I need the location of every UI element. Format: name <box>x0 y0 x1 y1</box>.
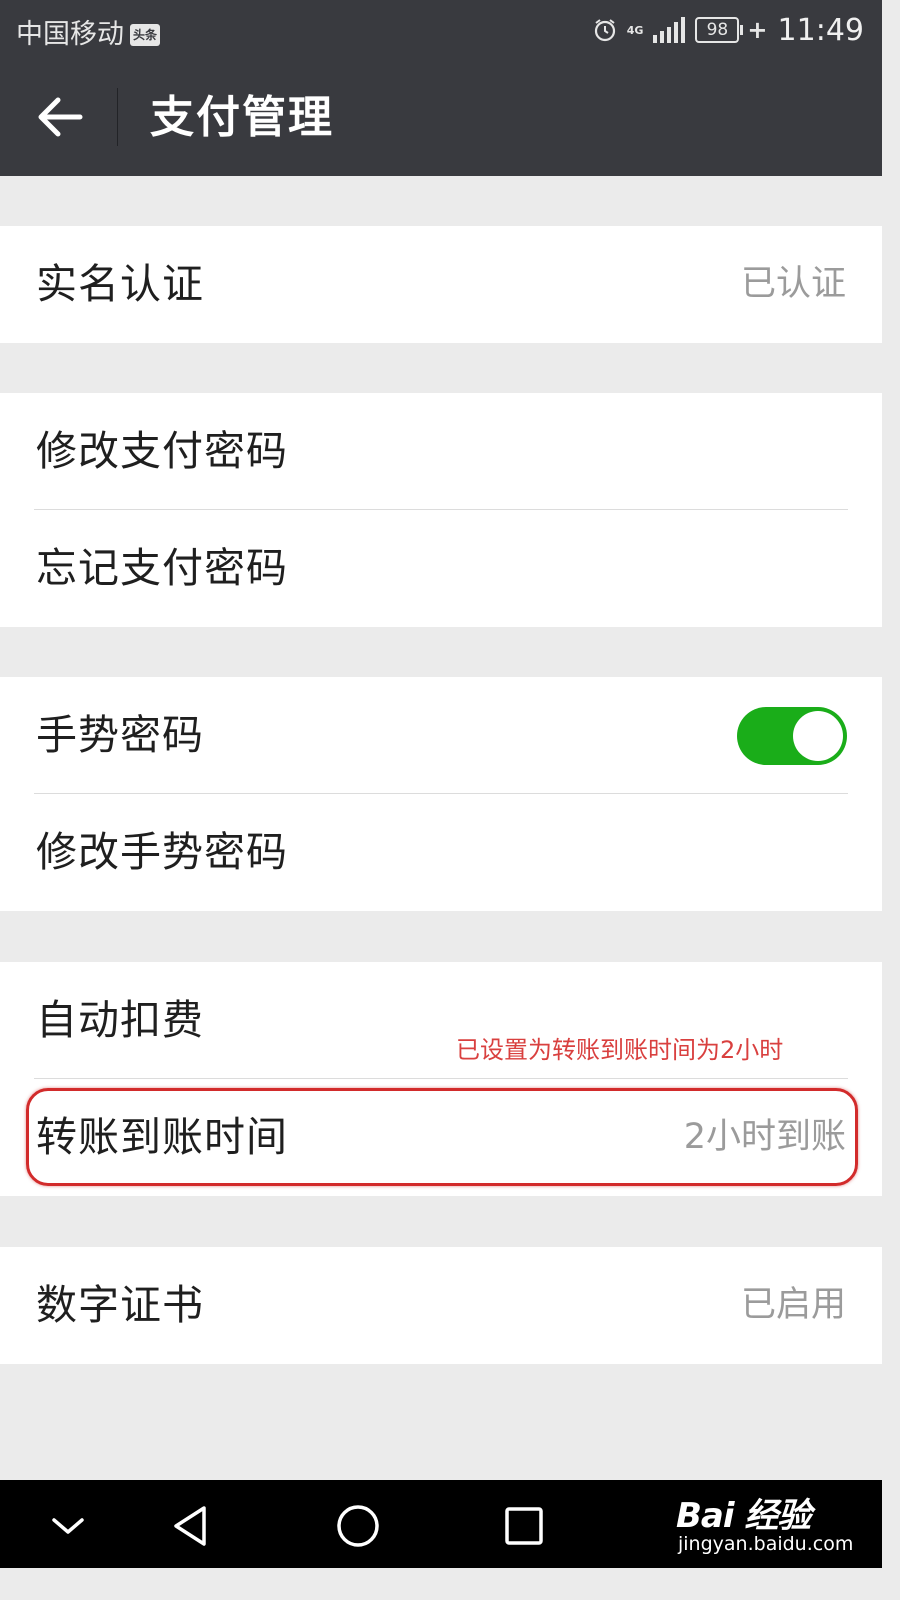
toggle-knob <box>793 711 843 761</box>
status-time: 11:49 <box>777 12 864 48</box>
carrier-name: 中国移动 头条 <box>16 12 160 51</box>
list-item-gesture-password[interactable]: 手势密码 <box>0 677 882 794</box>
signal-icon <box>653 17 686 43</box>
watermark-url: jingyan.baidu.com <box>678 1533 854 1555</box>
page-title: 支付管理 <box>150 92 334 143</box>
list-item-label: 自动扣费 <box>36 996 204 1044</box>
app-bar-divider <box>117 88 118 146</box>
settings-group-gesture: 手势密码 修改手势密码 <box>0 677 882 911</box>
baidu-jingyan-watermark: Bai 经验 jingyan.baidu.com <box>676 1488 853 1555</box>
watermark-logo: Bai 经验 <box>676 1496 811 1536</box>
list-item-value: 已认证 <box>740 264 846 304</box>
status-bar: 中国移动 头条 4G 98 + 11:49 <box>0 0 882 58</box>
settings-group-pay-password: 修改支付密码 忘记支付密码 <box>0 393 882 627</box>
list-item-digital-certificate[interactable]: 数字证书 已启用 <box>0 1247 882 1364</box>
list-item-value: 已启用 <box>740 1285 846 1325</box>
list-item-label: 修改支付密码 <box>36 427 288 475</box>
arrow-left-icon[interactable] <box>36 94 84 140</box>
highlight-box <box>26 1088 858 1186</box>
list-item-label: 忘记支付密码 <box>36 544 288 592</box>
list-item-label: 数字证书 <box>36 1281 204 1329</box>
list-item-label: 实名认证 <box>36 260 204 308</box>
alarm-icon <box>594 19 615 42</box>
battery-level: 98 <box>695 17 740 43</box>
list-item-change-pay-password[interactable]: 修改支付密码 <box>0 393 882 510</box>
carrier-label: 中国移动 <box>16 19 124 50</box>
gesture-password-toggle[interactable] <box>737 707 847 765</box>
network-type: 4G <box>626 23 644 37</box>
list-item-forgot-pay-password[interactable]: 忘记支付密码 <box>0 510 882 627</box>
recent-square-icon[interactable] <box>496 1498 552 1554</box>
home-circle-icon[interactable] <box>330 1498 386 1554</box>
list-item-label: 手势密码 <box>36 711 204 759</box>
annotation-text: 已设置为转账到账时间为2小时 <box>456 1036 784 1064</box>
battery-icon: 98 <box>695 17 744 43</box>
list-item-label: 修改手势密码 <box>36 828 288 876</box>
back-triangle-icon[interactable] <box>164 1498 220 1554</box>
settings-group-certificate: 数字证书 已启用 <box>0 1247 882 1364</box>
list-item-real-name[interactable]: 实名认证 已认证 <box>0 226 882 343</box>
app-bar: 支付管理 <box>0 58 882 176</box>
chevron-down-icon[interactable] <box>40 1498 96 1554</box>
charging-icon: + <box>747 16 768 44</box>
settings-group-verification: 实名认证 已认证 <box>0 226 882 343</box>
list-item-change-gesture-password[interactable]: 修改手势密码 <box>0 794 882 911</box>
news-app-badge: 头条 <box>130 24 160 46</box>
